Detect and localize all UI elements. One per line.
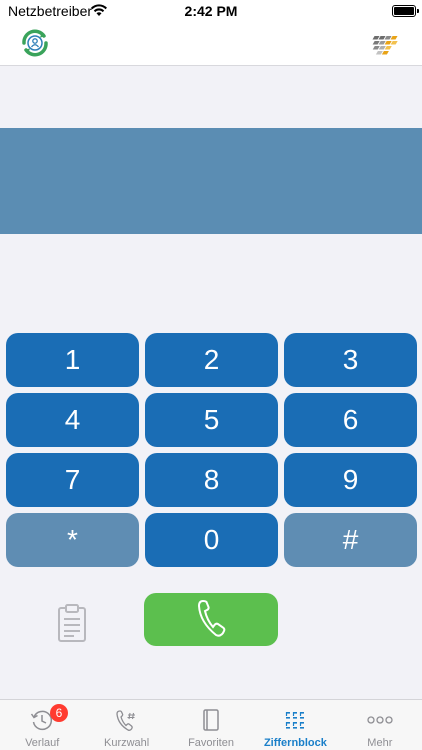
key-star[interactable]: *: [6, 513, 139, 567]
tab-mehr[interactable]: Mehr: [338, 700, 422, 750]
tab-label: Favoriten: [188, 737, 234, 749]
clipboard-icon: [56, 604, 88, 646]
unread-badge: 6: [50, 704, 68, 722]
nav-bar: [0, 24, 422, 66]
paste-button[interactable]: [56, 603, 88, 643]
key-9[interactable]: 9: [284, 453, 417, 507]
key-1[interactable]: 1: [6, 333, 139, 387]
favorites-icon: [199, 706, 223, 734]
tab-label: Ziffernblock: [263, 737, 327, 749]
key-6[interactable]: 6: [284, 393, 417, 447]
tab-verlauf[interactable]: 6 Verlauf: [0, 700, 84, 750]
key-0[interactable]: 0: [145, 513, 278, 567]
status-time: 2:42 PM: [184, 3, 238, 19]
tab-label: Mehr: [367, 737, 393, 749]
tab-kurzwahl[interactable]: Kurzwahl: [84, 700, 168, 750]
number-display: [0, 128, 422, 234]
battery-icon: [392, 5, 419, 17]
tab-label: Verlauf: [25, 737, 60, 749]
key-hash[interactable]: #: [284, 513, 417, 567]
app-logo-icon[interactable]: [364, 30, 400, 60]
key-7[interactable]: 7: [6, 453, 139, 507]
key-2[interactable]: 2: [145, 333, 278, 387]
call-button[interactable]: [144, 593, 278, 646]
contact-sync-icon[interactable]: [20, 28, 50, 58]
tab-ziffernblock[interactable]: Ziffernblock: [253, 700, 337, 750]
speed-dial-icon: [115, 706, 139, 734]
keypad: 1 2 3 4 5 6 7 8 9 * 0 #: [6, 333, 417, 567]
phone-icon: [196, 598, 226, 641]
tab-bar: 6 Verlauf Kurzwahl Favoriten Ziffernbloc…: [0, 699, 422, 750]
more-icon: [366, 706, 394, 734]
tab-favoriten[interactable]: Favoriten: [169, 700, 253, 750]
key-3[interactable]: 3: [284, 333, 417, 387]
status-bar: Netzbetreiber 2:42 PM: [0, 0, 422, 24]
key-4[interactable]: 4: [6, 393, 139, 447]
key-5[interactable]: 5: [145, 393, 278, 447]
tab-label: Kurzwahl: [103, 737, 150, 749]
key-8[interactable]: 8: [145, 453, 278, 507]
keypad-grid-icon: [283, 706, 307, 734]
